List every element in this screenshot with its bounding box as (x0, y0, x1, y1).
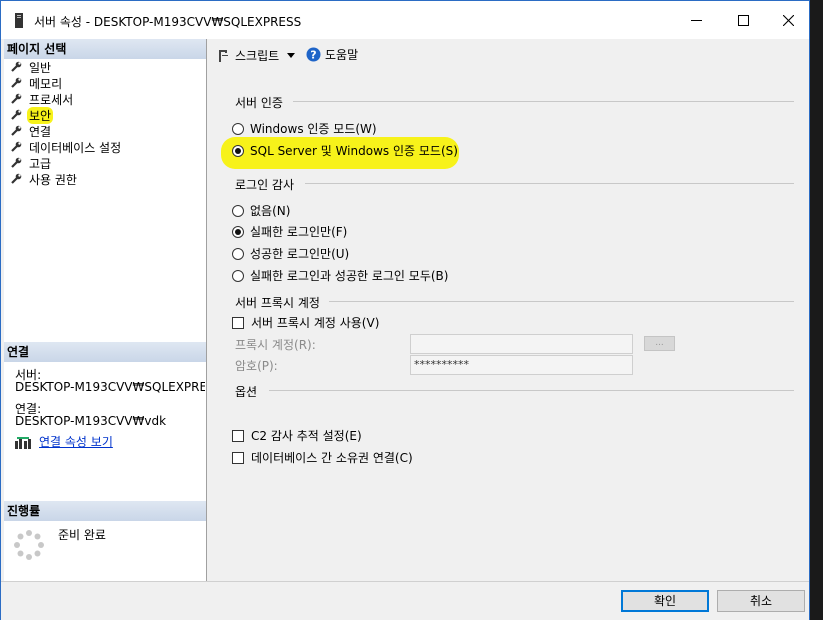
wrench-icon (11, 173, 22, 184)
nav-item-label: 보안 (27, 106, 54, 124)
wrench-icon (11, 77, 22, 88)
page-select-header: 페이지 선택 (4, 39, 206, 59)
cross-db-checkbox[interactable]: 데이터베이스 간 소유권 연결(C) (232, 449, 413, 466)
nav-item-label: 연결 (29, 124, 52, 139)
windows-auth-label: Windows 인증 모드(W) (250, 122, 377, 136)
wrench-icon (11, 141, 22, 152)
progress-status: 준비 완료 (58, 528, 106, 542)
proxy-account-input[interactable] (410, 334, 633, 354)
toolbar: 스크립트 ? 도움말 (207, 39, 809, 69)
enable-proxy-label: 서버 프록시 계정 사용(V) (251, 316, 380, 330)
divider (305, 183, 794, 184)
login-audit-header: 로그인 감사 (235, 178, 295, 192)
svg-text:?: ? (310, 49, 316, 62)
right-panel: 스크립트 ? 도움말 서버 인증 Windows 인증 모드(W) SQL Se… (207, 39, 809, 581)
audit-none-radio[interactable]: 없음(N) (232, 202, 290, 219)
audit-failed-radio[interactable]: 실패한 로그인만(F) (232, 223, 347, 240)
enable-proxy-checkbox[interactable]: 서버 프록시 계정 사용(V) (232, 314, 379, 331)
ok-button[interactable]: 확인 (621, 590, 709, 612)
nav-item-security[interactable]: 보안 (10, 106, 54, 124)
view-connection-properties[interactable]: 연결 속성 보기 (15, 436, 113, 449)
audit-success-radio[interactable]: 성공한 로그인만(U) (232, 245, 349, 262)
audit-both-label: 실패한 로그인과 성공한 로그인 모두(B) (250, 269, 449, 283)
script-label: 스크립트 (235, 49, 280, 63)
wrench-icon (11, 61, 22, 72)
help-button[interactable]: ? 도움말 (306, 46, 358, 63)
audit-failed-label: 실패한 로그인만(F) (250, 225, 348, 239)
radio-circle (232, 269, 244, 282)
script-button[interactable]: 스크립트 (216, 47, 296, 64)
cancel-button[interactable]: 취소 (717, 590, 805, 612)
help-label: 도움말 (325, 48, 359, 62)
nav-item-permissions[interactable]: 사용 권한 (10, 171, 77, 187)
nav-item-label: 고급 (29, 156, 52, 171)
c2-audit-checkbox[interactable]: C2 감사 추적 설정(E) (232, 427, 362, 444)
proxy-password-label: 암호(P): (235, 359, 278, 373)
progress-spinner-icon (14, 530, 44, 560)
windows-auth-radio[interactable]: Windows 인증 모드(W) (232, 120, 377, 137)
nav-item-connections[interactable]: 연결 (10, 123, 51, 139)
title-bar: 서버 속성 - DESKTOP-M193CVV₩SQLEXPRESS (1, 1, 809, 39)
server-icon (15, 13, 23, 28)
nav-item-label: 메모리 (29, 76, 63, 91)
dropdown-arrow-icon (287, 53, 296, 58)
wrench-icon (11, 125, 22, 136)
checkbox-box (232, 316, 244, 329)
minimize-button[interactable] (673, 1, 719, 39)
options-header: 옵션 (235, 385, 258, 399)
nav-item-label: 프로세서 (29, 92, 74, 107)
nav-item-advanced[interactable]: 고급 (10, 155, 51, 171)
checkbox-box (232, 429, 244, 442)
view-properties-link[interactable]: 연결 속성 보기 (39, 436, 113, 449)
nav-item-memory[interactable]: 메모리 (10, 75, 62, 91)
sql-windows-auth-label: SQL Server 및 Windows 인증 모드(S) (250, 144, 458, 158)
server-properties-window: 서버 속성 - DESKTOP-M193CVV₩SQLEXPRESS 페이지 선… (0, 0, 810, 620)
radio-circle (232, 144, 244, 157)
maximize-button[interactable] (720, 1, 766, 39)
window-title: 서버 속성 - DESKTOP-M193CVV₩SQLEXPRESS (34, 15, 302, 29)
close-button[interactable] (765, 1, 811, 39)
proxy-header: 서버 프록시 계정 (235, 296, 320, 310)
radio-circle (232, 122, 244, 135)
connection-icon (15, 436, 31, 449)
nav-item-processor[interactable]: 프로세서 (10, 91, 73, 107)
nav-item-label: 데이터베이스 설정 (29, 140, 122, 155)
server-value: DESKTOP-M193CVV₩SQLEXPRES (15, 381, 205, 394)
connection-value: DESKTOP-M193CVV₩vdk (15, 414, 167, 428)
progress-header: 진행률 (4, 501, 206, 521)
radio-circle (232, 247, 244, 260)
minimize-icon (690, 19, 702, 21)
script-icon (219, 49, 228, 62)
nav-item-label: 일반 (29, 60, 52, 75)
proxy-browse-button[interactable]: ... (644, 336, 675, 351)
maximize-icon (737, 14, 749, 26)
checkbox-box (232, 451, 244, 464)
dialog-footer: 확인 취소 (1, 581, 809, 620)
connection-header: 연결 (4, 342, 206, 362)
divider (269, 390, 794, 391)
audit-both-radio[interactable]: 실패한 로그인과 성공한 로그인 모두(B) (232, 267, 448, 284)
proxy-password-input[interactable]: ********** (410, 355, 633, 375)
divider (329, 301, 794, 302)
wrench-icon (11, 93, 22, 104)
close-icon (782, 14, 794, 26)
divider (293, 101, 794, 102)
sql-windows-auth-radio[interactable]: SQL Server 및 Windows 인증 모드(S) (232, 142, 458, 159)
help-icon: ? (306, 47, 321, 62)
left-panel: 페이지 선택 일반 메모리 프로세서 보안 연결 데이터베이스 설정 고급 사용… (4, 39, 207, 581)
audit-none-label: 없음(N) (250, 204, 291, 218)
cross-db-label: 데이터베이스 간 소유권 연결(C) (251, 451, 413, 465)
radio-circle (232, 204, 244, 217)
proxy-account-label: 프록시 계정(R): (235, 338, 316, 352)
c2-audit-label: C2 감사 추적 설정(E) (251, 429, 362, 443)
radio-circle (232, 225, 244, 238)
nav-item-general[interactable]: 일반 (10, 59, 51, 75)
wrench-icon (11, 157, 22, 168)
audit-success-label: 성공한 로그인만(U) (250, 247, 350, 261)
nav-item-database-settings[interactable]: 데이터베이스 설정 (10, 139, 121, 155)
wrench-icon (11, 109, 22, 120)
server-auth-header: 서버 인증 (235, 96, 283, 110)
nav-item-label: 사용 권한 (29, 172, 77, 187)
